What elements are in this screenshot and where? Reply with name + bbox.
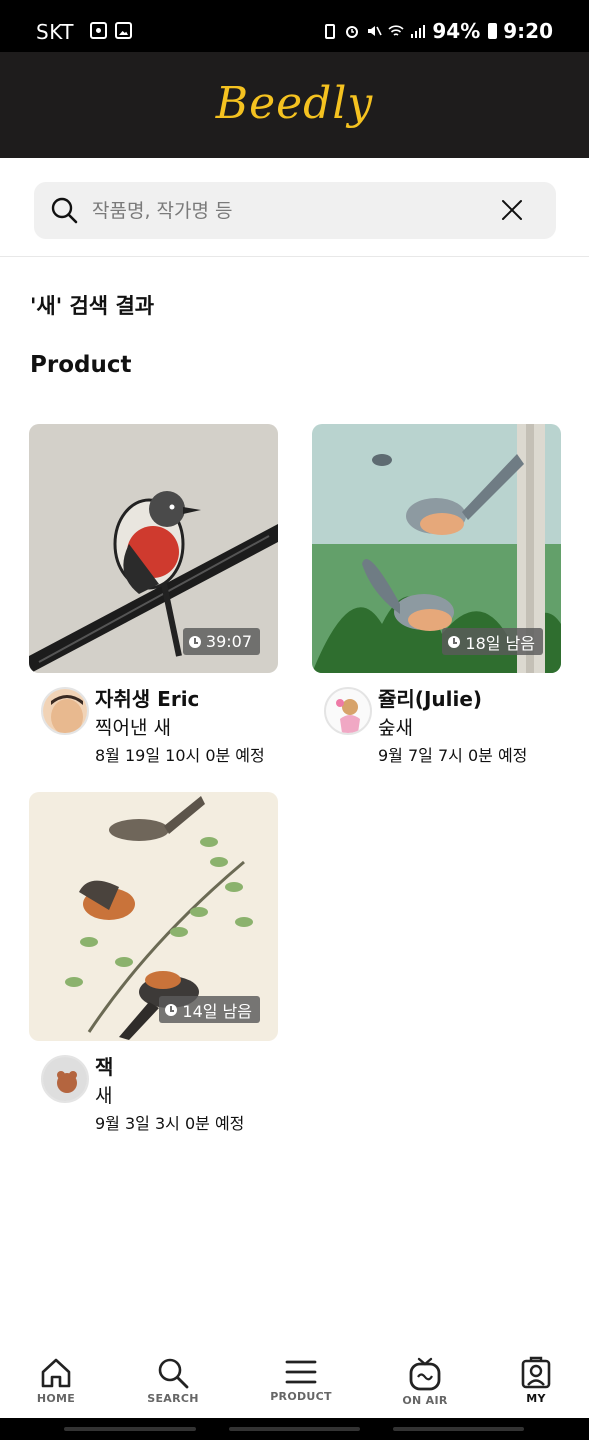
artist-name[interactable]: 자취생 Eric (95, 683, 199, 712)
product-image[interactable]: 39:07 (29, 424, 278, 673)
product-card[interactable]: 14일 남음 잭 새 9월 3일 3시 0분 예정 (29, 792, 278, 1133)
signal-icon (411, 25, 426, 38)
bottom-nav: HOME SEARCH PRODUCT ON AIR MY (0, 1340, 589, 1418)
nav-item-search[interactable]: SEARCH (128, 1340, 218, 1418)
product-card[interactable]: 18일 남음 쥴리(Julie) 숲새 9월 7일 7시 0분 예정 (312, 424, 561, 765)
search-bar[interactable] (34, 182, 556, 239)
time-badge-text: 39:07 (205, 632, 252, 651)
gallery-icon (115, 22, 132, 39)
avatar[interactable] (41, 1055, 89, 1103)
time-badge-text: 18일 남음 (465, 633, 535, 653)
nav-item-on-air[interactable]: ON AIR (380, 1340, 470, 1418)
nav-label: PRODUCT (270, 1390, 332, 1403)
clock-icon (448, 635, 461, 648)
nav-item-my[interactable]: MY (491, 1340, 581, 1418)
battery-percent: 94% (432, 19, 481, 43)
app-header: Beedly (0, 52, 589, 158)
schedule-text: 8월 19일 10시 0분 예정 (95, 746, 265, 765)
home-icon (41, 1358, 71, 1388)
section-title: Product (30, 352, 132, 378)
time-badge-text: 14일 남음 (182, 1001, 252, 1021)
nav-label: MY (526, 1392, 546, 1405)
search-icon (158, 1358, 189, 1389)
mute-icon (368, 26, 383, 36)
search-input[interactable] (92, 182, 492, 239)
brand-logo[interactable]: Beedly (0, 78, 589, 129)
avatar[interactable] (324, 687, 372, 735)
nav-item-product[interactable]: PRODUCT (256, 1340, 346, 1418)
time-badge: 18일 남음 (442, 628, 543, 655)
tv-icon (409, 1357, 441, 1391)
product-image[interactable]: 14일 남음 (29, 792, 278, 1041)
product-image[interactable]: 18일 남음 (312, 424, 561, 673)
product-title[interactable]: 숲새 (378, 713, 413, 740)
system-nav-bar (0, 1418, 589, 1440)
clock-time: 9:20 (503, 19, 553, 43)
notification-icon (90, 22, 107, 39)
artist-name[interactable]: 잭 (95, 1051, 113, 1080)
avatar[interactable] (41, 687, 89, 735)
product-title[interactable]: 찍어낸 새 (95, 713, 171, 740)
close-icon[interactable] (500, 198, 524, 222)
status-bar: SKT 94% 9:20 (0, 0, 589, 52)
time-badge: 39:07 (182, 628, 260, 655)
wifi-icon (388, 25, 404, 36)
nav-label: SEARCH (147, 1392, 199, 1405)
nav-label: ON AIR (402, 1394, 448, 1407)
carrier-label: SKT (36, 20, 74, 44)
alarm-icon (346, 26, 359, 38)
battery-icon (488, 23, 498, 39)
product-card[interactable]: 39:07 자취생 Eric 찍어낸 새 8월 19일 10시 0분 예정 (29, 424, 278, 765)
time-badge: 14일 남음 (159, 996, 260, 1023)
artist-name[interactable]: 쥴리(Julie) (378, 683, 482, 712)
profile-icon (521, 1356, 551, 1389)
schedule-text: 9월 3일 3시 0분 예정 (95, 1114, 245, 1133)
schedule-text: 9월 7일 7시 0분 예정 (378, 746, 528, 765)
battery-saver-icon (325, 24, 336, 39)
divider (0, 256, 589, 257)
menu-icon (285, 1360, 317, 1384)
search-icon (51, 197, 78, 224)
nav-item-home[interactable]: HOME (11, 1340, 101, 1418)
clock-icon (188, 635, 201, 648)
results-title: '새' 검색 결과 (30, 294, 155, 318)
clock-icon (165, 1003, 178, 1016)
nav-label: HOME (36, 1392, 76, 1405)
product-title[interactable]: 새 (95, 1081, 112, 1108)
